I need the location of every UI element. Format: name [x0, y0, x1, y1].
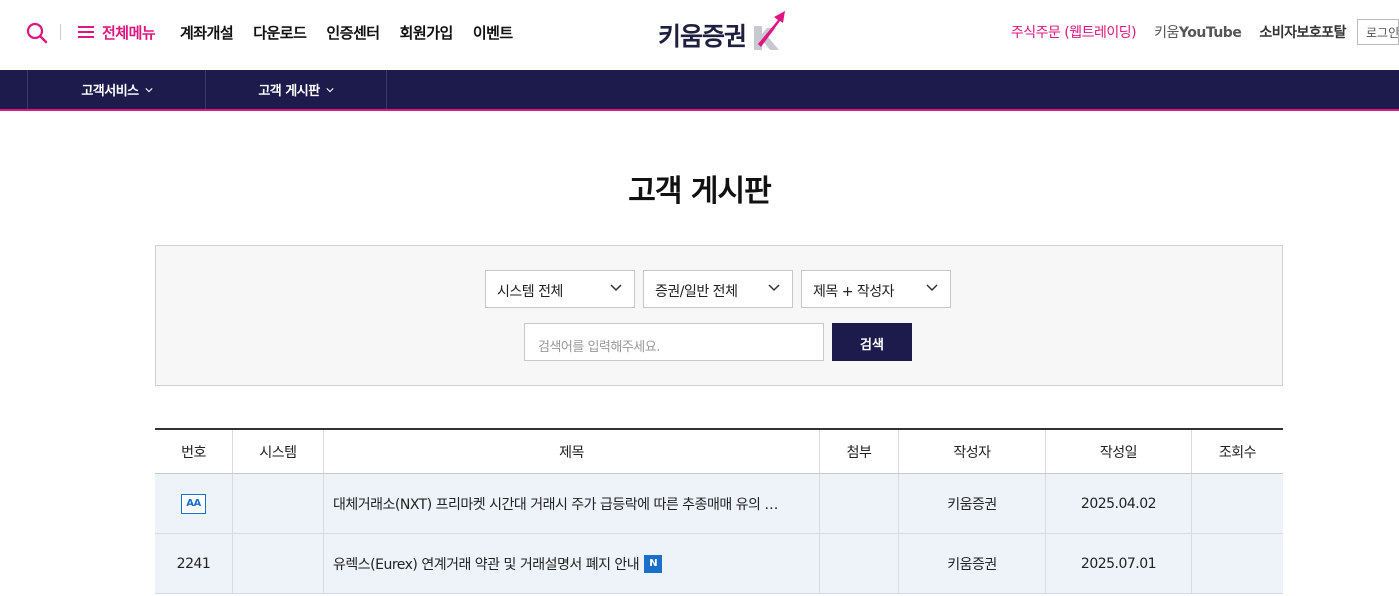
web-trading-link[interactable]: 주식주문 (웹트레이딩)	[1011, 22, 1137, 42]
system-select[interactable]: 시스템 전체	[485, 270, 635, 308]
all-menu-button[interactable]: 전체메뉴	[78, 20, 156, 44]
gnb-event[interactable]: 이벤트	[473, 22, 513, 43]
board-table: 번호 시스템 제목 첨부 작성자 작성일 조회수 AA 대체거래소(NXT) 프…	[155, 428, 1283, 594]
gnb-download[interactable]: 다운로드	[253, 22, 307, 43]
header-attachment: 첨부	[820, 430, 899, 473]
category-select[interactable]: 증권/일반 전체	[643, 270, 793, 308]
table-row[interactable]: 2241 유렉스(Eurex) 연계거래 약관 및 거래설명서 폐지 안내 N …	[155, 534, 1283, 594]
header-title: 제목	[324, 430, 820, 473]
utility-links: 주식주문 (웹트레이딩) 키움YouTube 소비자보호포탈 로그인	[1011, 18, 1399, 46]
row-views	[1192, 474, 1283, 533]
row-date: 2025.04.02	[1046, 474, 1192, 533]
chevron-down-icon	[610, 284, 622, 292]
global-nav: 계좌개설 다운로드 인증센터 회원가입 이벤트	[180, 20, 533, 44]
all-menu-label: 전체메뉴	[102, 23, 156, 42]
chevron-down-icon	[145, 87, 153, 92]
search-button[interactable]: 검색	[832, 323, 912, 361]
header-system: 시스템	[233, 430, 324, 473]
row-attachment	[820, 534, 899, 593]
row-title-link[interactable]: 대체거래소(NXT) 프리마켓 시간대 거래시 주가 급등락에 따른 추종매매 …	[333, 494, 778, 514]
youtube-link[interactable]: 키움YouTube	[1154, 22, 1242, 42]
youtube-prefix: 키움	[1154, 25, 1179, 41]
search-icon[interactable]	[26, 22, 48, 44]
youtube-logo-text: YouTube	[1178, 25, 1242, 41]
category-select-value: 증권/일반 전체	[655, 284, 738, 300]
nav-customer-board[interactable]: 고객 게시판	[205, 70, 387, 109]
table-header-row: 번호 시스템 제목 첨부 작성자 작성일 조회수	[155, 430, 1283, 474]
kiwoom-logo[interactable]: 키움증권	[658, 8, 790, 52]
chevron-down-icon	[326, 87, 334, 92]
nav-customer-service[interactable]: 고객서비스	[27, 70, 206, 109]
table-row[interactable]: AA 대체거래소(NXT) 프리마켓 시간대 거래시 주가 급등락에 따른 추종…	[155, 474, 1283, 534]
row-system	[233, 474, 324, 533]
consumer-portal-link[interactable]: 소비자보호포탈	[1259, 22, 1346, 42]
row-attachment	[820, 474, 899, 533]
row-number: AA	[155, 474, 233, 533]
logo-text: 키움증권	[658, 22, 747, 51]
row-date: 2025.07.01	[1046, 534, 1192, 593]
row-title-link[interactable]: 유렉스(Eurex) 연계거래 약관 및 거래설명서 폐지 안내	[333, 554, 640, 574]
notice-badge: AA	[181, 493, 206, 514]
row-number: 2241	[155, 534, 233, 593]
row-system	[233, 534, 324, 593]
search-field-select[interactable]: 제목 + 작성자	[801, 270, 951, 308]
gnb-account-open[interactable]: 계좌개설	[180, 22, 234, 43]
hamburger-icon	[78, 25, 94, 39]
header-date: 작성일	[1046, 430, 1192, 473]
chevron-down-icon	[926, 284, 938, 292]
header-views: 조회수	[1218, 444, 1257, 461]
row-writer: 키움증권	[899, 474, 1046, 533]
header-writer: 작성자	[899, 430, 1046, 473]
search-panel: 시스템 전체 증권/일반 전체 제목 + 작성자 검색	[155, 245, 1283, 386]
row-writer: 키움증권	[899, 534, 1046, 593]
chevron-down-icon	[768, 284, 780, 292]
page-title: 고객 게시판	[628, 174, 771, 209]
search-field-select-value: 제목 + 작성자	[813, 284, 895, 300]
logo-arrow-icon	[754, 11, 785, 50]
row-title-cell: 대체거래소(NXT) 프리마켓 시간대 거래시 주가 급등락에 따른 추종매매 …	[324, 474, 820, 533]
new-badge: N	[644, 554, 663, 573]
nav-customer-service-label: 고객서비스	[81, 84, 139, 99]
gnb-signup[interactable]: 회원가입	[400, 22, 454, 43]
nav-customer-board-label: 고객 게시판	[258, 84, 320, 99]
system-select-value: 시스템 전체	[497, 284, 563, 300]
gnb-auth-center[interactable]: 인증센터	[326, 22, 380, 43]
row-views	[1192, 534, 1283, 593]
login-button[interactable]: 로그인	[1357, 19, 1399, 45]
header-divider	[60, 24, 61, 40]
sub-navigation: 고객서비스 고객 게시판	[0, 70, 1399, 111]
search-input[interactable]	[524, 323, 824, 361]
top-header: 전체메뉴 계좌개설 다운로드 인증센터 회원가입 이벤트 키움증권 주식주문 (…	[0, 0, 1399, 70]
row-title-cell: 유렉스(Eurex) 연계거래 약관 및 거래설명서 폐지 안내 N	[324, 534, 820, 593]
header-number: 번호	[155, 430, 233, 473]
